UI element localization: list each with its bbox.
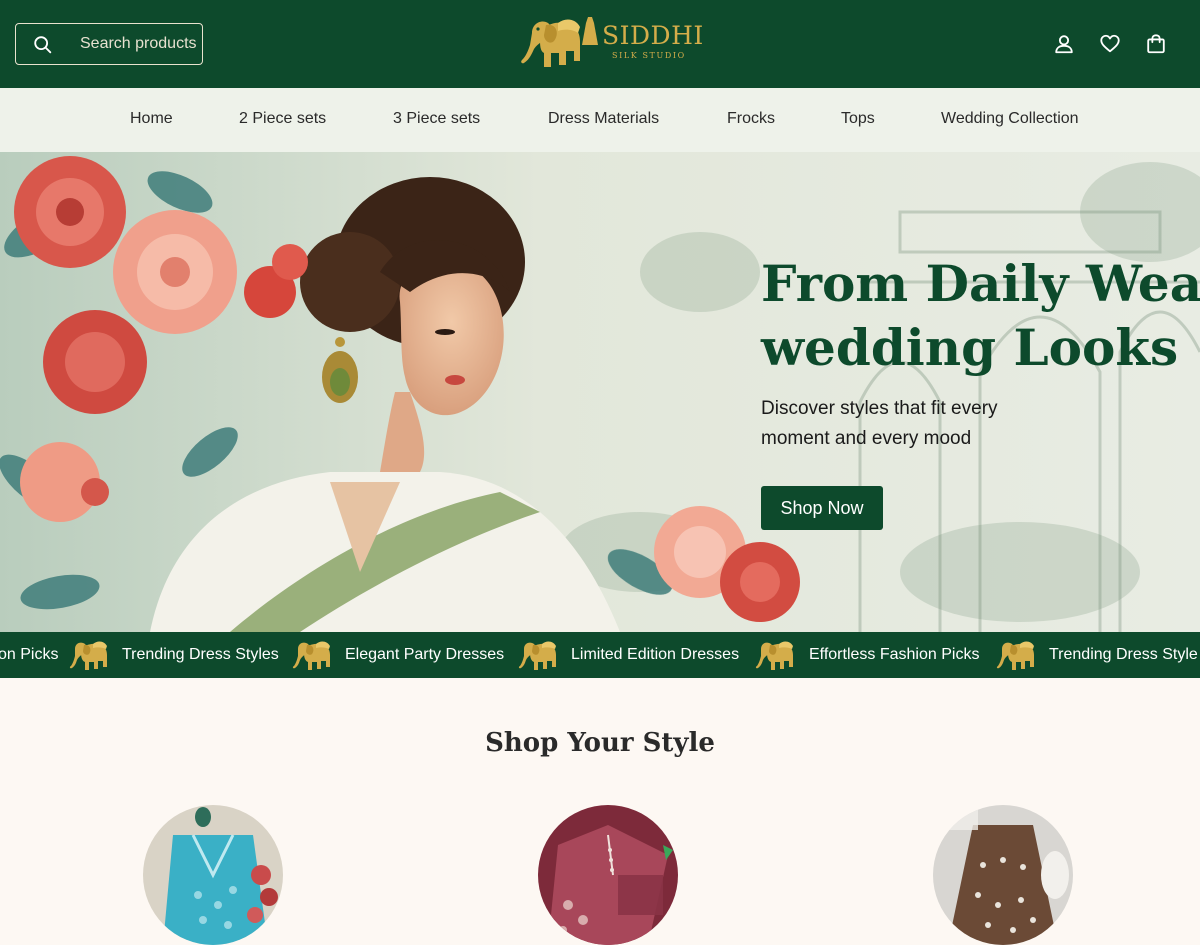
logo-tagline: SILK STUDIO — [612, 51, 686, 60]
marquee-item: Effortless Fashion Picks — [809, 646, 980, 663]
marquee-item: Elegant Party Dresses — [345, 646, 505, 663]
elephant-icon — [755, 641, 793, 670]
brand-logo[interactable]: SIDDHI SILK STUDIO — [518, 9, 703, 75]
nav-item-wedding-collection[interactable]: Wedding Collection — [941, 109, 1079, 129]
elephant-icon — [69, 641, 107, 670]
category-image-turquoise-suit — [143, 805, 283, 945]
hero-title-line2: wedding Looks — [761, 318, 1179, 377]
elephant-icon — [518, 641, 556, 670]
top-header: SIDDHI SILK STUDIO — [0, 0, 1200, 88]
logo-elephant-icon — [521, 17, 598, 67]
category-card-3[interactable] — [933, 805, 1073, 945]
marquee-item: Trending Dress Styles — [122, 646, 279, 663]
cart-bag-icon[interactable] — [1145, 33, 1167, 55]
wishlist-heart-icon[interactable] — [1099, 33, 1121, 55]
nav-item-dress-materials[interactable]: Dress Materials — [548, 109, 659, 129]
marquee-track: on Picks Trending Dress Styles Elegant P… — [0, 632, 1200, 678]
section-title: Shop Your Style — [485, 728, 715, 758]
nav-item-3-piece-sets[interactable]: 3 Piece sets — [393, 109, 480, 129]
nav-item-home[interactable]: Home — [130, 109, 173, 129]
category-image-brown-frock — [933, 805, 1073, 945]
account-icon[interactable] — [1053, 33, 1075, 55]
search-icon[interactable] — [32, 34, 54, 56]
shop-now-button[interactable]: Shop Now — [761, 486, 883, 530]
promo-marquee: on Picks Trending Dress Styles Elegant P… — [0, 632, 1200, 678]
search-box[interactable] — [15, 23, 203, 65]
elephant-icon — [292, 641, 330, 670]
category-card-2[interactable] — [538, 805, 678, 945]
nav-item-frocks[interactable]: Frocks — [727, 109, 775, 129]
marquee-item: on Picks — [0, 646, 59, 663]
hero-title-line1: From Daily Wear to — [761, 254, 1200, 313]
hero-title: From Daily Wear to wedding Looks — [761, 252, 1200, 380]
elephant-icon — [996, 641, 1034, 670]
hero-illustration — [0, 152, 1200, 632]
search-input[interactable] — [80, 24, 202, 64]
marquee-item: Trending Dress Style — [1049, 646, 1198, 663]
category-image-maroon-dress-material — [538, 805, 678, 945]
nav-item-tops[interactable]: Tops — [841, 109, 875, 129]
nav-item-2-piece-sets[interactable]: 2 Piece sets — [239, 109, 326, 129]
marquee-item: Limited Edition Dresses — [571, 646, 740, 663]
hero-banner: From Daily Wear to wedding Looks Discove… — [0, 152, 1200, 632]
logo-wordmark: SIDDHI — [602, 21, 704, 50]
main-nav: Home 2 Piece sets 3 Piece sets Dress Mat… — [0, 88, 1200, 152]
category-card-1[interactable] — [143, 805, 283, 945]
hero-subtitle: Discover styles that fit every moment an… — [761, 398, 998, 449]
